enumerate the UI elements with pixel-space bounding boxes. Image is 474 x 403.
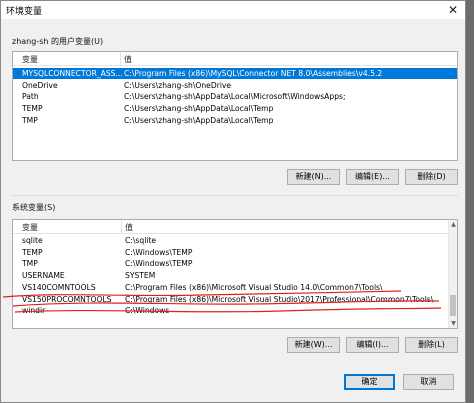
variable-name: VS140COMNTOOLS	[22, 282, 96, 292]
section-divider	[12, 195, 458, 196]
variable-value: SYSTEM	[125, 271, 156, 281]
variable-name: TMP	[22, 259, 38, 269]
table-row[interactable]: windir C:\Windows	[13, 305, 457, 316]
system-new-button[interactable]: 新建(W)...	[287, 337, 340, 353]
system-edit-button[interactable]: 编辑(I)...	[346, 337, 399, 353]
variable-name: windir	[22, 306, 46, 316]
system-vars-header: 变量 值	[13, 220, 457, 234]
variable-value: C:\Users\zhang-sh\AppData\Local\Temp	[124, 115, 274, 125]
column-divider	[120, 52, 121, 66]
variable-value: C:\Program Files (x86)\Microsoft Visual …	[125, 294, 434, 304]
variable-name: Path	[22, 92, 39, 102]
table-row[interactable]: Path C:\Users\zhang-sh\AppData\Local\Micr…	[13, 91, 457, 102]
column-header-value[interactable]: 值	[124, 54, 132, 65]
variable-value: C:\sqlite	[125, 236, 157, 245]
table-row[interactable]: TMP C:\Users\zhang-sh\AppData\Local\Temp	[13, 115, 457, 126]
variable-value: C:\Users\zhang-sh\OneDrive	[124, 80, 232, 90]
table-row[interactable]: TEMP C:\Users\zhang-sh\AppData\Local\Temp	[13, 103, 457, 114]
table-row[interactable]: TEMP C:\Windows\TEMP	[13, 247, 457, 258]
user-vars-label: zhang-sh 的用户变量(U)	[12, 37, 104, 46]
variable-name: USERNAME	[22, 271, 65, 281]
table-row[interactable]: VS140COMNTOOLS C:\Program Files (x86)\Mic…	[13, 282, 457, 293]
close-icon[interactable]: ✕	[445, 2, 461, 18]
variable-value: C:\Program Files (x86)\Microsoft Visual …	[125, 282, 383, 292]
variable-value: C:\Users\zhang-sh\AppData\Local\Microsof…	[124, 92, 346, 102]
table-row[interactable]: MYSQLCONNECTOR_ASS... C:\Program Files (x…	[13, 68, 457, 79]
user-vars-header: 变量 值	[13, 52, 457, 66]
user-edit-button[interactable]: 编辑(E)...	[346, 169, 399, 185]
table-row[interactable]: TMP C:\Windows\TEMP	[13, 258, 457, 269]
variable-name: OneDrive	[22, 80, 58, 90]
system-vars-scrollbar[interactable]: ▲ ▼	[448, 220, 457, 328]
table-row[interactable]: sqlite C:\sqlite	[13, 235, 457, 246]
title-bar: 环境变量 ✕	[1, 1, 465, 19]
system-vars-list[interactable]: 变量 值 sqlite C:\sqlite TEMP C:\Windows\TEMP T…	[12, 219, 458, 329]
table-row[interactable]: OneDrive C:\Users\zhang-sh\OneDrive	[13, 80, 457, 91]
column-divider	[121, 220, 122, 234]
variable-value: C:\Users\zhang-sh\AppData\Local\Temp	[124, 104, 274, 114]
cancel-button[interactable]: 取消	[403, 374, 454, 390]
column-header-variable[interactable]: 变量	[22, 222, 38, 233]
variable-name: TEMP	[22, 104, 43, 114]
variable-name: TEMP	[22, 247, 43, 257]
variable-name: sqlite	[22, 236, 43, 245]
system-delete-button[interactable]: 删除(L)	[405, 337, 458, 353]
environment-variables-dialog: 环境变量 ✕ zhang-sh 的用户变量(U) 变量 值 MYSQLCONNE…	[0, 0, 466, 403]
user-delete-button[interactable]: 删除(D)	[405, 169, 458, 185]
scroll-thumb[interactable]	[450, 295, 456, 316]
table-row[interactable]: VS150PROCOMNTOOLS C:\Program Files (x86)\…	[13, 294, 457, 305]
variable-name: TMP	[22, 115, 38, 125]
variable-value: C:\Windows\TEMP	[125, 259, 193, 269]
variable-name: MYSQLCONNECTOR_ASS...	[22, 69, 123, 78]
ok-button[interactable]: 确定	[344, 374, 395, 390]
table-row[interactable]: USERNAME SYSTEM	[13, 270, 457, 281]
column-header-variable[interactable]: 变量	[22, 54, 38, 65]
variable-value: C:\Windows	[125, 306, 170, 316]
window-title: 环境变量	[6, 7, 43, 17]
scroll-down-arrow-icon[interactable]: ▼	[449, 319, 457, 328]
variable-name: VS150PROCOMNTOOLS	[22, 294, 112, 304]
system-vars-label: 系统变量(S)	[12, 203, 56, 212]
user-new-button[interactable]: 新建(N)...	[287, 169, 340, 185]
variable-value: C:\Program Files (x86)\MySQL\Connector N…	[124, 69, 383, 78]
scroll-up-arrow-icon[interactable]: ▲	[449, 220, 457, 229]
column-header-value[interactable]: 值	[125, 222, 133, 233]
variable-value: C:\Windows\TEMP	[125, 247, 193, 257]
user-vars-list[interactable]: 变量 值 MYSQLCONNECTOR_ASS... C:\Program Fil…	[12, 51, 458, 161]
